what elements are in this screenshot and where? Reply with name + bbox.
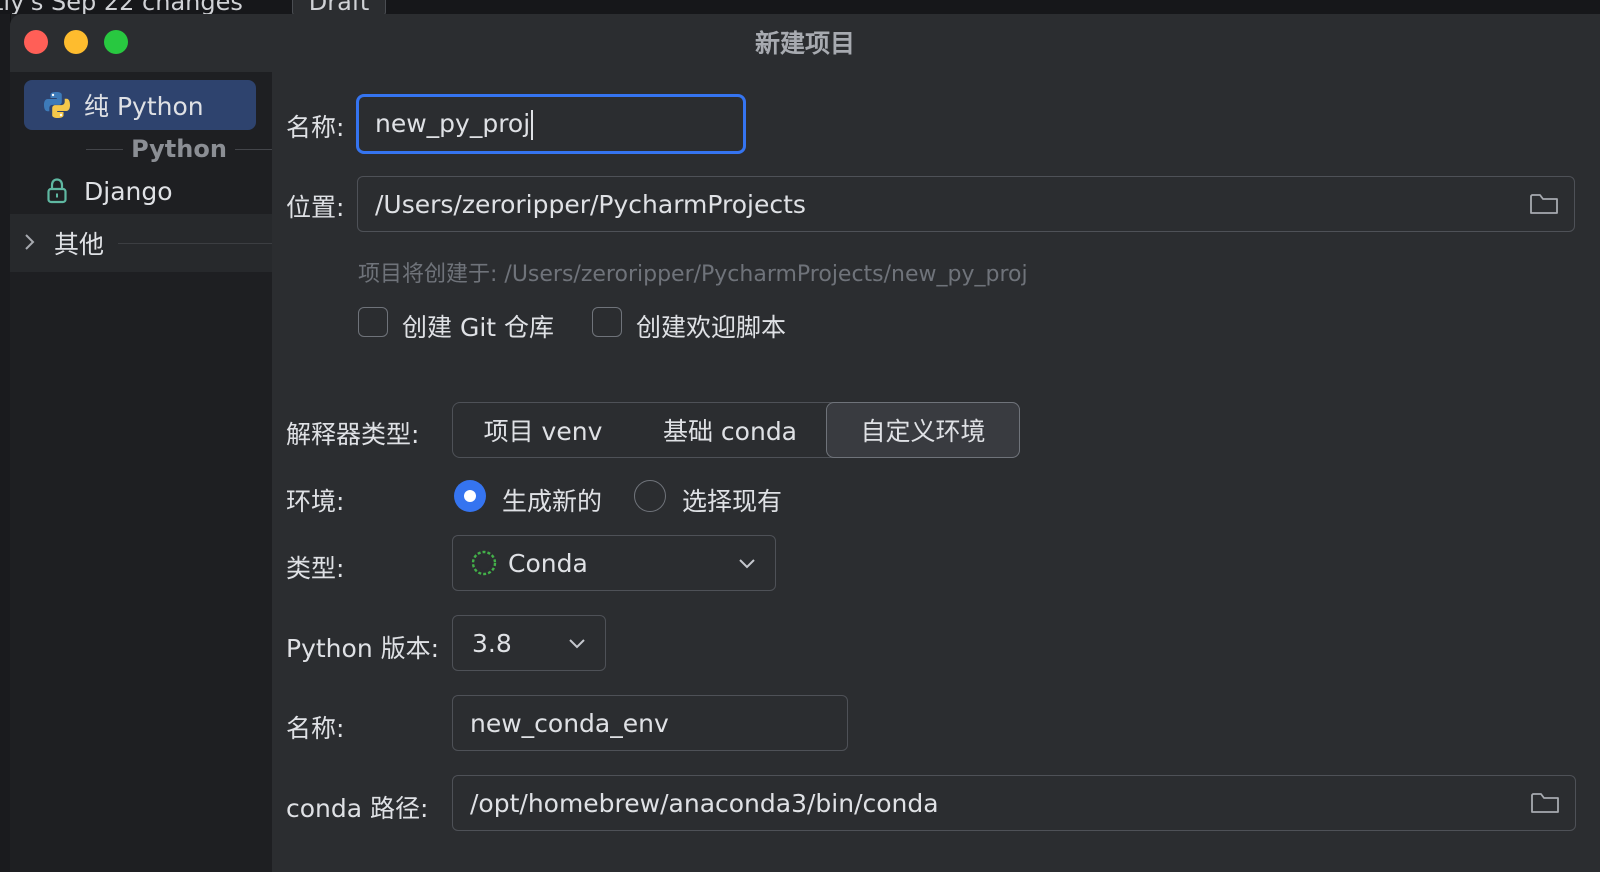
interpreter-type-segmented-control: 项目 venv 基础 conda 自定义环境 xyxy=(452,402,1020,458)
lock-icon xyxy=(40,174,74,208)
browse-location-folder-icon[interactable] xyxy=(1528,190,1560,218)
environment-label: 环境: xyxy=(286,487,345,516)
divider xyxy=(234,148,272,150)
create-git-repo-label: 创建 Git 仓库 xyxy=(402,313,555,342)
dialog-title: 新建项目 xyxy=(754,29,855,58)
interpreter-option-project-venv[interactable]: 项目 venv xyxy=(453,403,633,457)
env-name-value: new_conda_env xyxy=(470,708,669,738)
sidebar-group-other[interactable]: 其他 xyxy=(10,214,272,272)
interpreter-option-base-conda[interactable]: 基础 conda xyxy=(633,403,827,457)
env-type-value: Conda xyxy=(508,548,588,578)
conda-path-value: /opt/homebrew/anaconda3/bin/conda xyxy=(470,788,939,818)
sidebar-group-label: Python xyxy=(131,135,227,163)
sidebar-group-python: Python xyxy=(10,131,272,167)
env-generate-new-label: 生成新的 xyxy=(502,487,603,516)
background-draft-tab: Draft xyxy=(292,0,386,14)
python-version-value: 3.8 xyxy=(472,628,512,658)
interpreter-option-custom-env[interactable]: 自定义环境 xyxy=(826,402,1020,458)
conda-icon xyxy=(470,548,500,578)
env-generate-new-radio[interactable] xyxy=(454,480,486,512)
new-project-dialog: 新建项目 纯 Python Python Django 其他 名称: new_p… xyxy=(10,14,1600,872)
sidebar-item-django[interactable]: Django xyxy=(24,166,256,216)
env-name-input[interactable]: new_conda_env xyxy=(452,695,848,751)
env-select-existing-label: 选择现有 xyxy=(682,487,783,516)
env-type-label: 类型: xyxy=(286,554,345,583)
conda-path-label: conda 路径: xyxy=(286,794,429,823)
env-type-dropdown[interactable]: Conda xyxy=(452,535,776,591)
project-name-input[interactable]: new_py_proj xyxy=(356,94,746,154)
sidebar-group-other-label: 其他 xyxy=(54,230,105,259)
conda-path-input[interactable]: /opt/homebrew/anaconda3/bin/conda xyxy=(452,775,1576,831)
location-input[interactable]: /Users/zeroripper/PycharmProjects xyxy=(357,176,1575,232)
browse-conda-path-folder-icon[interactable] xyxy=(1529,789,1561,817)
background-app-strip: tly's Sep 22 changes Draft xyxy=(0,0,1600,14)
project-name-label: 名称: xyxy=(286,113,345,142)
python-version-dropdown[interactable]: 3.8 xyxy=(452,615,606,671)
python-logo-icon xyxy=(40,88,74,122)
python-version-label: Python 版本: xyxy=(286,634,440,663)
divider xyxy=(86,148,124,150)
title-bar: 新建项目 xyxy=(10,14,1600,72)
project-settings-form: 名称: new_py_proj 位置: /Users/zeroripper/Py… xyxy=(272,72,1600,872)
chevron-right-icon xyxy=(22,229,40,258)
location-label: 位置: xyxy=(286,193,345,222)
create-git-repo-checkbox[interactable] xyxy=(358,307,388,337)
interpreter-type-label: 解释器类型: xyxy=(286,420,420,449)
background-app-text: tly's Sep 22 changes xyxy=(0,0,243,14)
project-name-value: new_py_proj xyxy=(375,108,531,138)
create-welcome-script-checkbox[interactable] xyxy=(592,307,622,337)
location-value: /Users/zeroripper/PycharmProjects xyxy=(375,189,806,219)
sidebar-item-label: 纯 Python xyxy=(84,92,204,121)
project-path-hint: 项目将创建于: /Users/zeroripper/PycharmProject… xyxy=(358,262,1028,287)
create-welcome-script-label: 创建欢迎脚本 xyxy=(636,313,787,342)
sidebar-item-pure-python[interactable]: 纯 Python xyxy=(24,80,256,130)
divider xyxy=(118,242,272,244)
chevron-down-icon xyxy=(737,557,759,569)
sidebar-item-label: Django xyxy=(84,176,173,206)
project-type-sidebar: 纯 Python Python Django 其他 xyxy=(10,72,272,872)
chevron-down-icon xyxy=(567,637,589,649)
env-name-label: 名称: xyxy=(286,714,345,743)
env-select-existing-radio[interactable] xyxy=(634,480,666,512)
text-caret xyxy=(531,109,534,140)
